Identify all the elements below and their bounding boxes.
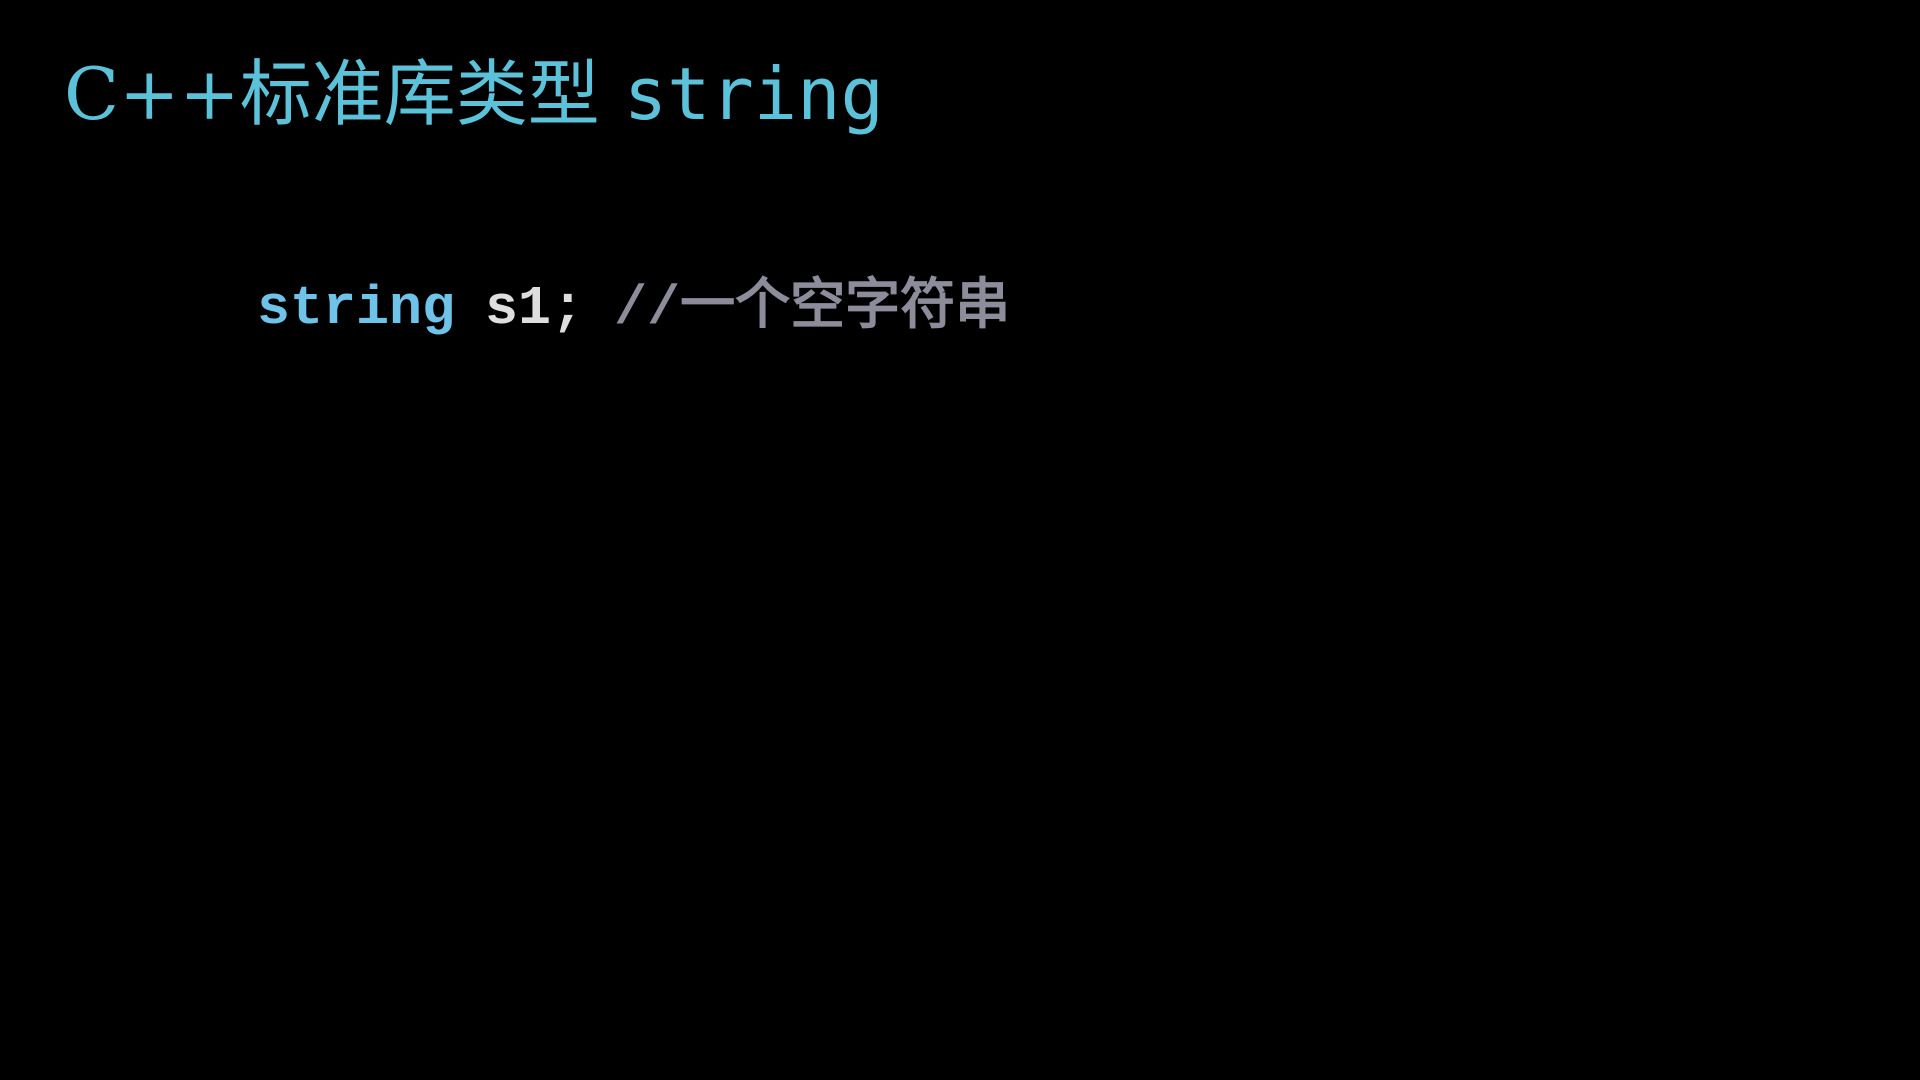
code-keyword: string bbox=[257, 277, 456, 340]
code-statement: s1; bbox=[485, 277, 585, 340]
slide-title-prefix: C++标准库类型 bbox=[64, 52, 600, 136]
slide: C++标准库类型 string string s1;//一个空字符串 bbox=[0, 0, 1920, 1080]
code-comment: //一个空字符串 bbox=[614, 277, 1011, 340]
code-line: string s1;//一个空字符串 bbox=[257, 281, 1010, 336]
slide-title-code: string bbox=[623, 52, 884, 136]
slide-title: C++标准库类型 string bbox=[64, 58, 884, 130]
